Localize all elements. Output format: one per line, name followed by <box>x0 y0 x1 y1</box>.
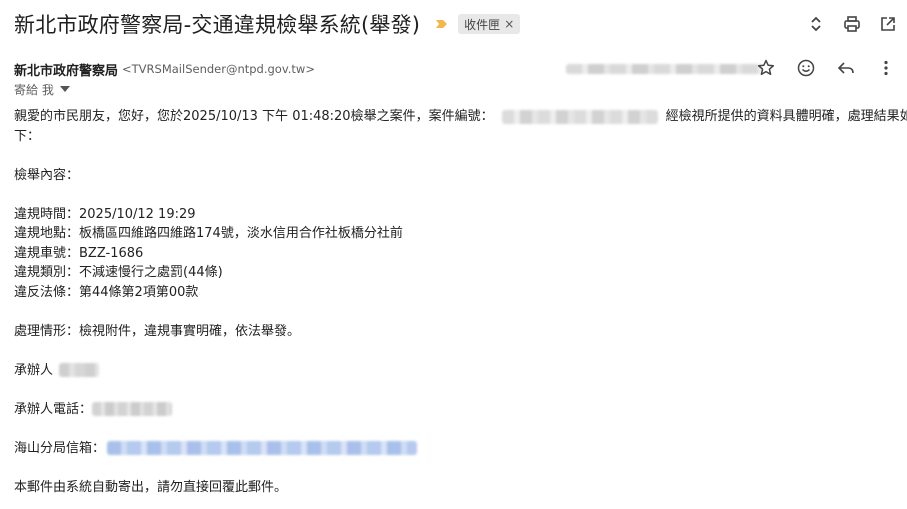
violation-location: 違規地點：板橋區四維路四維路174號，淡水信用合作社板橋分社前 <box>14 226 403 241</box>
emoji-reaction-icon[interactable] <box>795 57 817 79</box>
greeting-suffix: 經檢視所提供的資料具體明確，處理結果如 <box>665 109 907 124</box>
violation-law: 違反法條：第44條第2項第00款 <box>14 284 199 300</box>
branch-email-line: 海山分局信箱： <box>14 439 894 459</box>
sender-email: <TVRSMailSender@ntpd.gov.tw> <box>122 62 315 76</box>
sender-name[interactable]: 新北市政府警察局 <box>14 60 118 79</box>
redacted-date <box>566 64 762 74</box>
handler-label: 承辦人 <box>14 362 54 378</box>
email-subject: 新北市政府警察局-交通違規檢舉系統(舉發) <box>14 13 421 37</box>
sender-row: 新北市政府警察局 <TVRSMailSender@ntpd.gov.tw> <box>14 58 897 80</box>
subject-row: 新北市政府警察局-交通違規檢舉系統(舉發) 收件匣 × <box>14 8 899 40</box>
importance-marker-icon[interactable] <box>434 16 450 32</box>
star-icon[interactable] <box>755 57 777 79</box>
redacted-case-number <box>501 109 658 124</box>
handler-phone-line: 承辦人電話： <box>14 400 894 420</box>
inbox-label-text: 收件匣 <box>464 17 501 32</box>
violation-time: 違規時間：2025/10/12 19:29 <box>14 206 196 222</box>
remove-label-icon[interactable]: × <box>504 17 514 31</box>
inbox-label-chip[interactable]: 收件匣 × <box>458 14 521 34</box>
reply-icon[interactable] <box>835 57 857 79</box>
violation-plate: 違規車號：BZZ-1686 <box>14 245 144 261</box>
violation-type: 違規類別：不減速慢行之處罰(44條) <box>14 265 223 280</box>
branch-email-label: 海山分局信箱： <box>14 440 106 456</box>
greeting-line: 親愛的市民朋友，您好，您於2025/10/13 下午 01:48:20檢舉之案件… <box>14 107 907 127</box>
redacted-handler-name <box>59 363 100 377</box>
greeting-prefix: 親愛的市民朋友，您好，您於2025/10/13 下午 01:48:20檢舉之案件… <box>14 109 494 124</box>
recipient-row: 寄給 我 <box>14 80 72 98</box>
print-icon[interactable] <box>841 13 863 35</box>
handler-line: 承辦人 <box>14 361 894 381</box>
handling-result: 處理情形：檢視附件，違規事實明確，依法舉發。 <box>14 323 301 339</box>
greeting-line-2: 下： <box>14 128 41 144</box>
message-actions <box>755 57 897 79</box>
show-details-dropdown-icon[interactable] <box>58 82 72 96</box>
footer-note: 本郵件由系統自動寄出，請勿直接回覆此郵件。 <box>14 479 288 495</box>
handler-phone-label: 承辦人電話： <box>14 401 93 417</box>
expand-collapse-icon[interactable] <box>805 13 827 35</box>
redacted-handler-phone <box>92 402 173 416</box>
more-vert-icon[interactable] <box>875 57 897 79</box>
content-heading: 檢舉內容： <box>14 167 80 183</box>
subject-actions <box>805 8 899 40</box>
open-in-new-window-icon[interactable] <box>877 13 899 35</box>
recipient-label: 寄給 我 <box>14 82 54 97</box>
redacted-branch-email-link[interactable] <box>107 441 418 455</box>
email-body: 親愛的市民朋友，您好，您於2025/10/13 下午 01:48:20檢舉之案件… <box>14 107 907 497</box>
